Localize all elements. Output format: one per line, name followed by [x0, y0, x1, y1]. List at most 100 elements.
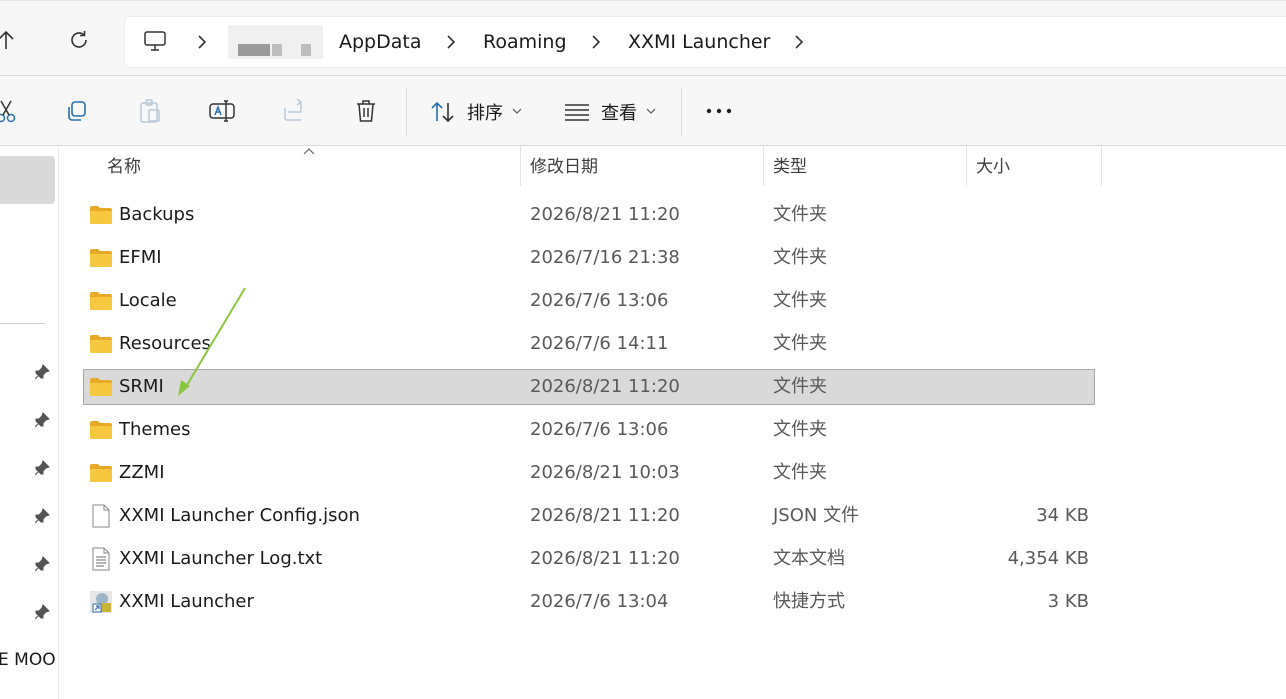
command-bar: 排序 查看: [0, 76, 1286, 146]
pin-icon[interactable]: [33, 555, 51, 573]
chevron-right-icon: [592, 35, 601, 49]
breadcrumb-roaming[interactable]: Roaming: [483, 17, 567, 67]
file-modified-date: 2026/8/21 11:20: [530, 204, 680, 225]
refresh-icon: [71, 31, 87, 48]
sort-button[interactable]: 排序: [426, 76, 526, 146]
text-file-icon: [89, 547, 113, 571]
pin-icon[interactable]: [33, 459, 51, 477]
rename-icon: [209, 100, 235, 122]
annotation-arrow: [178, 287, 246, 396]
folder-icon: [89, 289, 113, 313]
pin-icon[interactable]: [33, 603, 51, 621]
paste-icon: [140, 99, 160, 123]
file-name: Locale: [119, 290, 177, 311]
file-row[interactable]: XXMI Launcher Config.json 2026/8/21 11:20…: [83, 498, 1095, 534]
file-modified-date: 2026/8/21 10:03: [530, 462, 680, 483]
folder-icon: [89, 461, 113, 485]
file-type: 快捷方式: [773, 591, 845, 612]
file-modified-date: 2026/7/16 21:38: [530, 247, 680, 268]
file-modified-date: 2026/7/6 14:11: [530, 333, 669, 354]
breadcrumb-xxmi-launcher[interactable]: XXMI Launcher: [628, 17, 770, 67]
file-type: 文件夹: [773, 247, 827, 268]
folder-icon: [89, 203, 113, 227]
file-name: XXMI Launcher Log.txt: [119, 548, 323, 569]
file-type: 文件夹: [773, 419, 827, 440]
nav-selected-item[interactable]: [0, 156, 55, 204]
file-name: Themes: [119, 419, 191, 440]
file-type: 文件夹: [773, 333, 827, 354]
up-arrow-icon: [0, 30, 14, 49]
file-name: SRMI: [119, 376, 164, 397]
file-row[interactable]: Themes 2026/7/6 13:06 文件夹: [83, 412, 1095, 448]
paste-button[interactable]: [135, 96, 165, 126]
file-type: JSON 文件: [773, 505, 860, 526]
pin-icon[interactable]: [33, 507, 51, 525]
trash-icon: [357, 100, 375, 122]
breadcrumb-appdata[interactable]: AppData: [339, 17, 422, 67]
file-row[interactable]: XXMI Launcher 2026/7/6 13:04 快捷方式 3 KB: [83, 584, 1095, 620]
file-row[interactable]: EFMI 2026/7/16 21:38 文件夹: [83, 240, 1095, 276]
chevron-right-icon: [447, 35, 456, 49]
file-name: XXMI Launcher Config.json: [119, 505, 360, 526]
rename-button[interactable]: [207, 96, 237, 126]
file-modified-date: 2026/7/6 13:06: [530, 290, 669, 311]
pin-icon[interactable]: [33, 411, 51, 429]
file-modified-date: 2026/7/6 13:06: [530, 419, 669, 440]
delete-button[interactable]: [351, 96, 381, 126]
copy-button[interactable]: [62, 96, 92, 126]
sort-icon: [431, 101, 454, 123]
chevron-down-icon: [646, 108, 656, 114]
column-header-name[interactable]: 名称: [107, 146, 141, 188]
file-name: Backups: [119, 204, 195, 225]
file-size: 4,354 KB: [1007, 548, 1089, 569]
blurred-username: [228, 25, 323, 59]
column-header-type[interactable]: 类型: [773, 146, 807, 188]
nav-item-partial-label[interactable]: E MOO: [0, 650, 56, 670]
navigation-pane: E MOO: [0, 146, 59, 699]
file-type: 文件夹: [773, 376, 827, 397]
address-bar[interactable]: AppData Roaming XXMI Launcher: [124, 16, 1286, 68]
file-type: 文件夹: [773, 204, 827, 225]
file-row[interactable]: ZZMI 2026/8/21 10:03 文件夹: [83, 455, 1095, 491]
file-modified-date: 2026/8/21 11:20: [530, 376, 680, 397]
copy-icon: [68, 101, 86, 121]
more-options-button[interactable]: [704, 96, 734, 126]
file-row[interactable]: Backups 2026/8/21 11:20 文件夹: [83, 197, 1095, 233]
chevron-down-icon: [512, 108, 522, 114]
address-bar-row: AppData Roaming XXMI Launcher: [0, 0, 1286, 76]
file-modified-date: 2026/8/21 11:20: [530, 548, 680, 569]
file-modified-date: 2026/7/6 13:04: [530, 591, 669, 612]
pin-icon[interactable]: [33, 363, 51, 381]
file-row[interactable]: XXMI Launcher Log.txt 2026/8/21 11:20 文本文档…: [83, 541, 1095, 577]
up-button[interactable]: [0, 24, 22, 56]
shortcut-icon: [89, 590, 113, 614]
file-type: 文件夹: [773, 462, 827, 483]
folder-icon: [89, 418, 113, 442]
folder-icon: [89, 332, 113, 356]
view-label: 查看: [601, 103, 637, 124]
column-header-size[interactable]: 大小: [976, 146, 1010, 188]
chevron-right-icon[interactable]: [789, 32, 809, 52]
share-button[interactable]: [279, 96, 309, 126]
column-header-modified[interactable]: 修改日期: [530, 146, 598, 188]
file-name: XXMI Launcher: [119, 591, 254, 612]
sort-ascending-icon: [303, 148, 315, 155]
sort-label: 排序: [467, 103, 503, 124]
cut-button[interactable]: [0, 96, 22, 126]
file-type: 文本文档: [773, 548, 845, 569]
file-size: 3 KB: [1047, 591, 1089, 612]
file-type: 文件夹: [773, 290, 827, 311]
scissors-icon: [0, 100, 16, 123]
share-icon: [284, 98, 303, 121]
folder-icon: [89, 246, 113, 270]
json-file-icon: [89, 504, 113, 528]
more-dots-icon: [706, 108, 732, 114]
file-name: ZZMI: [119, 462, 165, 483]
file-name: EFMI: [119, 247, 162, 268]
this-pc-icon: [144, 31, 166, 51]
folder-icon: [89, 375, 113, 399]
refresh-button[interactable]: [63, 24, 95, 56]
view-lines-icon: [565, 104, 589, 121]
chevron-right-icon: [198, 35, 207, 49]
view-button[interactable]: 查看: [562, 76, 662, 146]
